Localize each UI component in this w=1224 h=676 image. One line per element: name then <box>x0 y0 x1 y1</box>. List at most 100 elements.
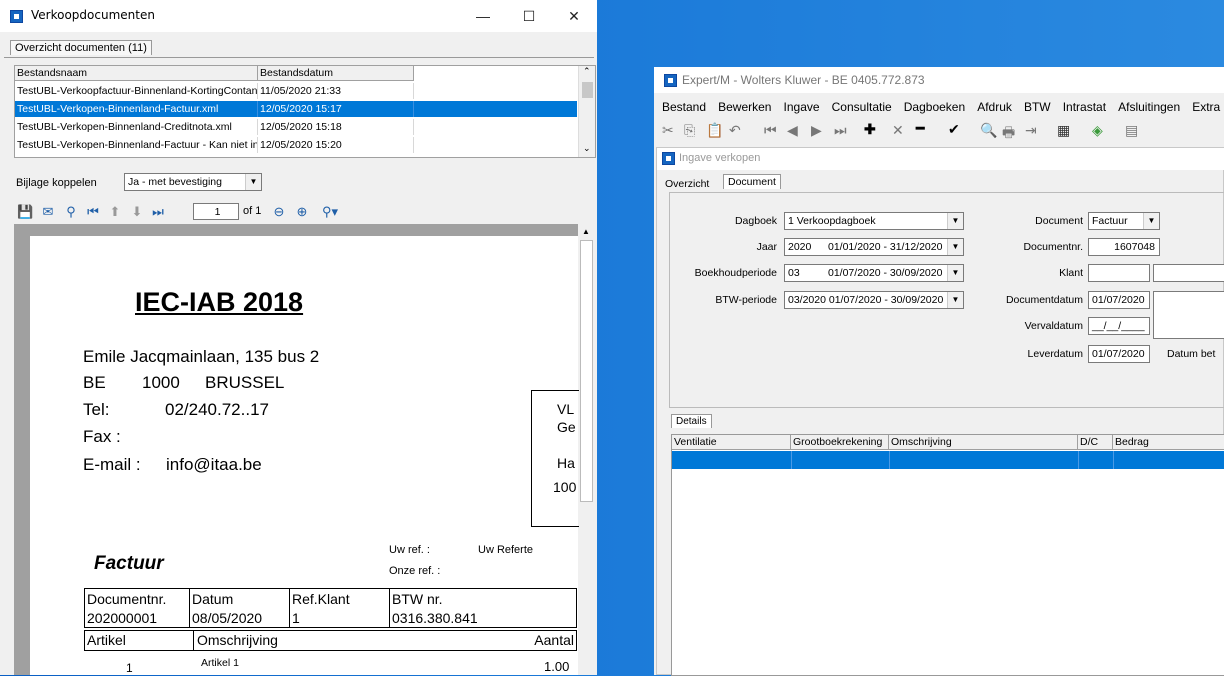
box-line: VL <box>557 401 575 417</box>
company-name: IEC-IAB 2018 <box>135 287 304 317</box>
menu-afsluitingen[interactable]: Afsluitingen <box>1118 100 1180 114</box>
menu-afdruk[interactable]: Afdruk <box>977 100 1012 114</box>
tel-label: Tel: <box>83 400 110 419</box>
vervaldatum-field[interactable]: __/__/____ <box>1088 317 1150 335</box>
column-header-bedrag[interactable]: Bedrag <box>1113 435 1224 450</box>
close-button[interactable]: ✕ <box>551 0 597 32</box>
first-record-icon[interactable]: ⏮ <box>764 122 777 139</box>
menu-btw[interactable]: BTW <box>1024 100 1051 114</box>
document-label: Document <box>1035 215 1083 227</box>
confirm-icon[interactable]: ✔ <box>948 121 960 138</box>
minimize-button[interactable]: — <box>460 0 506 32</box>
first-page-icon[interactable]: ⏮ <box>85 204 101 220</box>
viewer-scrollbar[interactable]: ▲ <box>578 224 596 675</box>
dagboek-select[interactable]: 1 Verkoopdagboek ▼ <box>784 212 964 230</box>
undo-icon[interactable]: ↶ <box>729 122 741 139</box>
klant-info-box <box>1153 291 1224 339</box>
table-row[interactable]: TestUBL-Verkopen-Binnenland-Factuur - Ka… <box>15 137 577 153</box>
print-icon[interactable]: 🖶 <box>1002 122 1015 146</box>
line-item-qty: 1.00 <box>544 659 570 674</box>
column-header-ventilatie[interactable]: Ventilatie <box>672 435 791 450</box>
documentdatum-label: Documentdatum <box>1005 294 1083 306</box>
next-page-icon[interactable]: ⬇ <box>129 204 145 220</box>
column-header-omschrijving[interactable]: Omschrijving <box>889 435 1078 450</box>
value-btwnr: 0316.380.841 <box>389 608 577 628</box>
header-docnr: Documentnr. <box>84 588 190 608</box>
title-bar: Expert/M - Wolters Kluwer - BE 0405.772.… <box>654 67 1224 93</box>
chevron-down-icon: ▼ <box>1143 213 1159 229</box>
last-page-icon[interactable]: ⏭ <box>150 204 166 220</box>
check-document-icon[interactable]: ◈ <box>1092 122 1103 139</box>
table-row-selected[interactable]: TestUBL-Verkopen-Binnenland-Factuur.xml 1… <box>15 101 577 117</box>
minus-icon[interactable]: ━ <box>916 120 924 137</box>
tab-overzicht-documenten[interactable]: Overzicht documenten (11) <box>10 40 152 55</box>
value-docnr: 202000001 <box>84 608 190 628</box>
jaar-select[interactable]: 2020 01/01/2020 - 31/12/2020 ▼ <box>784 238 964 256</box>
menu-intrastat[interactable]: Intrastat <box>1063 100 1106 114</box>
scroll-up-icon[interactable]: ▲ <box>582 227 590 236</box>
menu-consultatie[interactable]: Consultatie <box>832 100 892 114</box>
klant-code-field[interactable] <box>1088 264 1150 282</box>
documentnr-field[interactable]: 1607048 <box>1088 238 1160 256</box>
boekhoudperiode-select[interactable]: 03 01/07/2020 - 30/09/2020 ▼ <box>784 264 964 282</box>
divider <box>4 57 594 58</box>
btw-periode-select[interactable]: 03/2020 01/07/2020 - 30/09/2020 ▼ <box>784 291 964 309</box>
menu-bestand[interactable]: Bestand <box>662 100 706 114</box>
column-header-dc[interactable]: D/C <box>1078 435 1113 450</box>
cut-icon[interactable]: ✂ <box>662 122 674 139</box>
zoom-menu-icon[interactable]: ⚲▾ <box>318 204 342 220</box>
column-header-bestandsdatum[interactable]: Bestandsdatum <box>258 66 414 81</box>
klant-name-field[interactable] <box>1153 264 1224 282</box>
preview-icon[interactable]: 🔍 <box>980 122 997 139</box>
scroll-thumb[interactable] <box>580 240 593 502</box>
menu-dagboeken[interactable]: Dagboeken <box>904 100 965 114</box>
vervaldatum-label: Vervaldatum <box>1024 320 1083 332</box>
page-number-input[interactable]: 1 <box>193 203 239 220</box>
tab-details[interactable]: Details <box>671 414 712 428</box>
zoom-in-icon[interactable]: ⊕ <box>294 204 310 220</box>
column-header-bestandsnaam[interactable]: Bestandsnaam <box>15 66 258 81</box>
delete-icon[interactable]: ✕ <box>892 122 904 139</box>
maximize-button[interactable]: ☐ <box>506 0 552 32</box>
previous-record-icon[interactable]: ◀ <box>787 122 798 139</box>
address-box: VL Ge Ha 100 <box>531 390 579 527</box>
company-postcode: 1000 <box>142 373 180 392</box>
table-row-selected[interactable] <box>672 451 1224 469</box>
previous-page-icon[interactable]: ⬆ <box>107 204 123 220</box>
btw-periode-value: 03/2020 01/07/2020 - 30/09/2020 <box>788 294 944 306</box>
bijlage-select[interactable]: Ja - met bevestiging ▼ <box>124 173 262 191</box>
leverdatum-field[interactable]: 01/07/2020 <box>1088 345 1150 363</box>
last-record-icon[interactable]: ⏭ <box>834 122 847 139</box>
scroll-down-icon[interactable]: ⌄ <box>583 143 591 154</box>
scroll-up-icon[interactable]: ⌃ <box>583 66 591 77</box>
binoculars-icon[interactable]: ⚲ <box>63 204 79 220</box>
details-grid: Ventilatie Grootboekrekening Omschrijvin… <box>671 434 1224 676</box>
documentdatum-field[interactable]: 01/07/2020 <box>1088 291 1150 309</box>
add-icon[interactable]: ✚ <box>864 121 876 138</box>
email-label: E-mail : <box>83 455 141 474</box>
menu-extra[interactable]: Extra <box>1192 100 1220 114</box>
scroll-thumb[interactable] <box>582 82 593 98</box>
leverdatum-label: Leverdatum <box>1027 348 1083 360</box>
table-row[interactable]: TestUBL-Verkopen-Binnenland-Creditnota.x… <box>15 119 577 135</box>
menu-ingave[interactable]: Ingave <box>784 100 820 114</box>
paste-icon[interactable]: 📋 <box>706 122 723 139</box>
tab-overzicht[interactable]: Overzicht <box>665 178 709 190</box>
table-scrollbar[interactable]: ⌃ ⌄ <box>578 66 595 157</box>
export-icon[interactable]: ⇥ <box>1025 122 1037 139</box>
column-header-grootboekrekening[interactable]: Grootboekrekening <box>791 435 889 450</box>
menu-bewerken[interactable]: Bewerken <box>718 100 771 114</box>
mail-icon[interactable]: ✉ <box>40 204 56 220</box>
table-row[interactable]: TestUBL-Verkoopfactuur-Binnenland-Kortin… <box>15 83 577 99</box>
document-select[interactable]: Factuur ▼ <box>1088 212 1160 230</box>
calculator-icon[interactable]: ▦ <box>1057 122 1070 139</box>
grid-icon[interactable]: ▤ <box>1125 122 1138 139</box>
tab-document[interactable]: Document <box>723 174 781 189</box>
next-record-icon[interactable]: ▶ <box>811 122 822 139</box>
sub-window-title: Ingave verkopen <box>679 152 761 164</box>
header-btwnr: BTW nr. <box>389 588 577 608</box>
factuur-title: Factuur <box>94 553 164 574</box>
copy-icon[interactable]: ⎘ <box>684 122 695 139</box>
zoom-out-icon[interactable]: ⊖ <box>271 204 287 220</box>
save-icon[interactable]: 💾 <box>17 204 33 220</box>
